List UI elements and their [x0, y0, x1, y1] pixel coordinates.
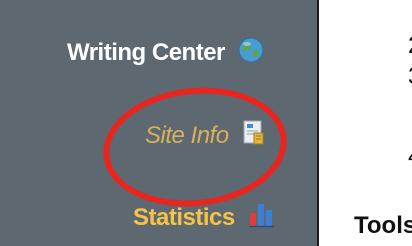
sidebar: Writing Center Site Info Statistics	[0, 0, 317, 246]
document-icon	[243, 120, 265, 151]
list-marker: 4	[408, 143, 412, 171]
sidebar-item-statistics[interactable]: Statistics	[133, 202, 275, 233]
list-marker: 2	[408, 32, 412, 60]
sidebar-item-label: Site Info	[145, 121, 229, 149]
main-content: 2 3 4 Tools	[317, 0, 412, 246]
bar-chart-icon	[248, 202, 275, 233]
sidebar-item-label: Writing Center	[67, 38, 225, 66]
section-heading: Tools	[354, 212, 412, 239]
globe-icon	[237, 36, 265, 69]
sidebar-item-writing-center[interactable]: Writing Center	[67, 36, 265, 69]
sidebar-item-label: Statistics	[133, 203, 235, 231]
list-marker: 3	[408, 63, 412, 91]
sidebar-item-site-info[interactable]: Site Info	[145, 120, 265, 151]
